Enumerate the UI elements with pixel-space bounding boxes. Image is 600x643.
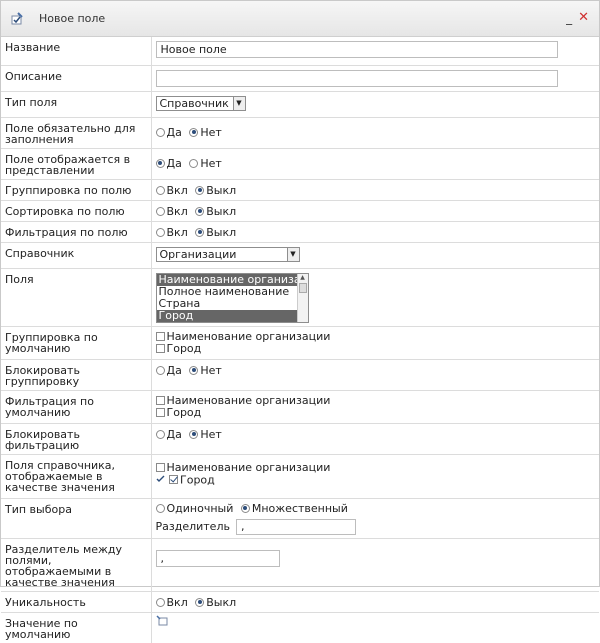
list-item[interactable]: Полное наименование xyxy=(157,286,298,298)
window-title: Новое поле xyxy=(39,12,106,25)
default-value-edit-icon[interactable] xyxy=(155,614,168,630)
type-label: Тип поля xyxy=(1,91,152,118)
group-by-off-radio[interactable] xyxy=(195,185,205,195)
display-separator-label: Разделитель между полями, отображаемыми … xyxy=(1,538,152,592)
unique-label: Уникальность xyxy=(1,591,152,613)
default-group-label: Группировка по умолчанию xyxy=(1,326,152,360)
name-input[interactable] xyxy=(155,41,558,58)
required-label: Поле обязательно для заполнения xyxy=(1,117,152,149)
display-fields-city-checkbox[interactable] xyxy=(169,475,178,484)
display-separator-input[interactable] xyxy=(155,549,280,567)
required-no-label: Нет xyxy=(200,125,222,139)
visible-yes-label: Да xyxy=(166,156,182,170)
minimize-icon[interactable]: _ xyxy=(566,12,572,24)
dropdown-arrow-icon: ▼ xyxy=(232,96,245,110)
lock-filter-yes-label: Да xyxy=(166,427,182,441)
columns-listbox[interactable]: Наименование организации Полное наименов… xyxy=(155,272,309,323)
display-fields-org-checkbox[interactable] xyxy=(155,462,165,472)
filter-by-off-radio[interactable] xyxy=(195,227,205,237)
default-value-label: Значение по умолчанию xyxy=(1,612,152,643)
lock-filter-label: Блокировать фильтрацию xyxy=(1,423,152,455)
unique-on-radio[interactable] xyxy=(155,597,165,607)
required-yes-label: Да xyxy=(166,125,182,139)
filter-by-off-label: Выкл xyxy=(206,225,237,239)
directory-select-value: Организации xyxy=(159,247,237,261)
default-group-city-label: Город xyxy=(166,341,202,355)
field-form: Название Описание Тип поля Справочник ▼ … xyxy=(1,37,599,643)
group-by-label: Группировка по полю xyxy=(1,179,152,201)
default-filter-city-checkbox[interactable] xyxy=(155,407,165,417)
select-type-single-label: Одиночный xyxy=(166,501,234,515)
window-titlebar[interactable]: Новое поле _ ✕ xyxy=(1,1,599,37)
display-fields-label: Поля справочника, отображаемые в качеств… xyxy=(1,454,152,499)
sort-by-label: Сортировка по полю xyxy=(1,200,152,222)
description-input[interactable] xyxy=(155,69,558,87)
default-group-org-checkbox[interactable] xyxy=(155,331,165,341)
close-icon[interactable]: ✕ xyxy=(578,11,589,24)
scroll-up-icon[interactable]: ▲ xyxy=(298,274,308,282)
filter-by-on-label: Вкл xyxy=(166,225,188,239)
lock-group-no-label: Нет xyxy=(200,363,222,377)
dropdown-arrow-icon: ▼ xyxy=(286,247,299,261)
display-fields-city-label: Город xyxy=(180,473,215,486)
unique-on-label: Вкл xyxy=(166,595,188,609)
edit-field-icon xyxy=(9,11,25,27)
group-by-on-label: Вкл xyxy=(166,183,188,197)
default-filter-org-checkbox[interactable] xyxy=(155,395,165,405)
filter-by-on-radio[interactable] xyxy=(155,227,165,237)
select-type-single-radio[interactable] xyxy=(155,503,165,513)
visible-no-label: Нет xyxy=(200,156,222,170)
type-select[interactable]: Справочник ▼ xyxy=(155,95,246,111)
directory-label: Справочник xyxy=(1,242,152,269)
field-editor-window: Новое поле _ ✕ Название Описание Тип пол… xyxy=(0,0,600,643)
list-item[interactable]: Город xyxy=(156,309,298,322)
select-type-label: Тип выбора xyxy=(1,498,152,539)
select-type-multiple-radio[interactable] xyxy=(240,503,250,513)
visible-no-radio[interactable] xyxy=(189,158,199,168)
display-fields-org-label: Наименование организации xyxy=(166,460,331,474)
columns-label: Поля xyxy=(1,268,152,327)
lock-group-yes-label: Да xyxy=(166,363,182,377)
description-label: Описание xyxy=(1,65,152,92)
sort-by-off-label: Выкл xyxy=(206,204,237,218)
sort-by-on-label: Вкл xyxy=(166,204,188,218)
list-item[interactable]: Страна xyxy=(157,298,298,310)
visible-label: Поле отображается в представлении xyxy=(1,148,152,180)
unique-off-radio[interactable] xyxy=(195,597,205,607)
required-no-radio[interactable] xyxy=(189,127,199,137)
lock-group-no-radio[interactable] xyxy=(189,365,199,375)
type-select-value: Справочник xyxy=(159,96,229,110)
scrollbar-thumb[interactable] xyxy=(298,282,307,293)
sort-by-off-radio[interactable] xyxy=(195,206,205,216)
sort-by-on-radio[interactable] xyxy=(155,206,165,216)
lock-filter-no-radio[interactable] xyxy=(189,429,199,439)
default-filter-label: Фильтрация по умолчанию xyxy=(1,390,152,424)
separator-label: Разделитель xyxy=(155,520,230,533)
select-type-multiple-label: Множественный xyxy=(251,501,348,515)
separator-input[interactable] xyxy=(235,518,356,535)
group-by-on-radio[interactable] xyxy=(155,185,165,195)
name-label: Название xyxy=(1,37,152,66)
directory-select[interactable]: Организации ▼ xyxy=(155,246,300,262)
lock-group-yes-radio[interactable] xyxy=(155,365,165,375)
unique-off-label: Выкл xyxy=(206,595,237,609)
visible-yes-radio[interactable] xyxy=(155,158,165,168)
lock-filter-no-label: Нет xyxy=(200,427,222,441)
lock-filter-yes-radio[interactable] xyxy=(155,429,165,439)
list-item[interactable]: Наименование организации xyxy=(156,273,298,286)
group-by-off-label: Выкл xyxy=(206,183,237,197)
lock-group-label: Блокировать группировку xyxy=(1,359,152,391)
default-filter-city-label: Город xyxy=(166,405,202,419)
default-group-city-checkbox[interactable] xyxy=(155,343,165,353)
listbox-scrollbar[interactable]: ▲ xyxy=(296,273,308,322)
filter-by-label: Фильтрация по полю xyxy=(1,221,152,243)
required-yes-radio[interactable] xyxy=(155,127,165,137)
edit-field-icon xyxy=(156,474,166,487)
